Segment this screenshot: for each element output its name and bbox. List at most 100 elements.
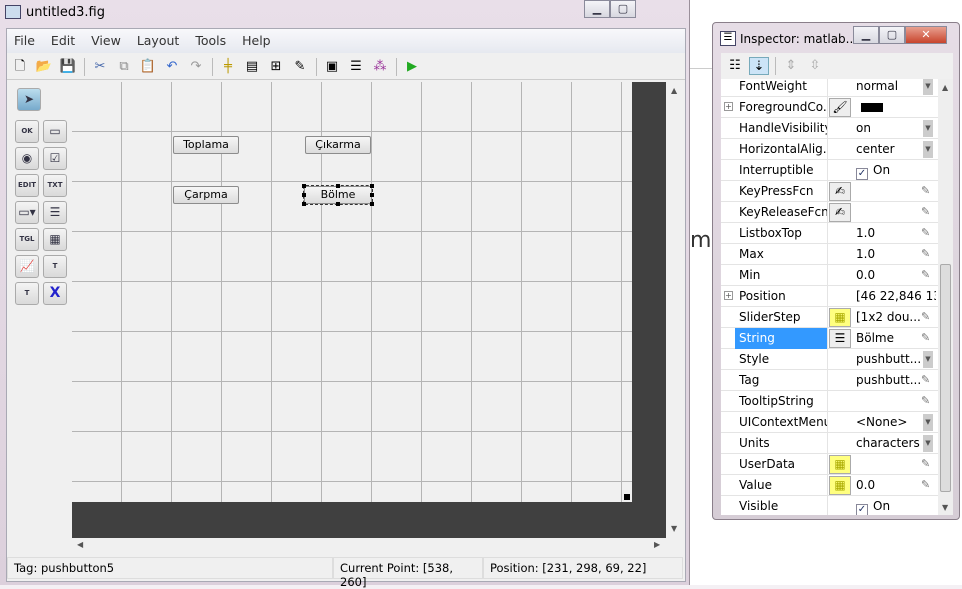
paste-icon[interactable]: 📋 [138, 58, 158, 76]
property-value[interactable]: ✓ On [856, 496, 936, 515]
save-icon[interactable]: 💾 [58, 58, 78, 76]
pencil-icon[interactable]: ✎ [921, 247, 930, 260]
property-inspector-icon[interactable]: ☰ [346, 58, 366, 76]
color-picker-icon[interactable]: 🖌 [829, 98, 851, 117]
select-arrow-tool[interactable]: ➤ [17, 88, 41, 111]
pencil-icon[interactable]: ✎ [921, 457, 930, 470]
slider-tool[interactable]: ▭ [43, 120, 67, 143]
pencil-icon[interactable]: ✎ [921, 226, 930, 239]
menu-file[interactable]: File [7, 29, 44, 53]
button-group-tool[interactable]: T [15, 282, 39, 305]
object-browser-icon[interactable]: ⁂ [370, 58, 390, 76]
property-row-listboxtop[interactable]: ListboxTop 1.0 ✎ [721, 223, 939, 244]
property-row-tag[interactable]: Tag pushbutt... ✎ [721, 370, 939, 391]
dropdown-arrow-icon[interactable]: ▼ [923, 351, 933, 368]
property-row-interruptible[interactable]: Interruptible ✓ On [721, 160, 939, 181]
property-value[interactable] [856, 97, 936, 118]
dropdown-arrow-icon[interactable]: ▼ [923, 141, 933, 158]
pencil-icon[interactable]: ✎ [921, 394, 930, 407]
property-row-foregroundco[interactable]: + ForegroundCo... 🖌 [721, 97, 939, 118]
dropdown-arrow-icon[interactable]: ▼ [923, 435, 933, 452]
property-row-sliderstep[interactable]: SliderStep ▦ [1x2 dou... ✎ [721, 307, 939, 328]
resize-handle[interactable] [336, 184, 340, 188]
layout-area[interactable]: Toplama Çıkarma Çarpma Bölme [72, 82, 666, 538]
collapse-all-icon[interactable]: ⇳ [805, 57, 825, 75]
pencil-icon[interactable]: ✎ [921, 331, 930, 344]
radio-button-tool[interactable]: ◉ [15, 147, 39, 170]
editor-icon[interactable]: ▣ [322, 58, 342, 76]
menu-help[interactable]: Help [235, 29, 280, 53]
callback-editor-icon[interactable]: ✍ [829, 203, 851, 222]
dropdown-arrow-icon[interactable]: ▼ [923, 414, 933, 431]
edit-text-tool[interactable]: EDIT [15, 174, 39, 197]
property-row-tooltipstring[interactable]: TooltipString ✎ [721, 391, 939, 412]
pencil-icon[interactable]: ✎ [921, 478, 930, 491]
array-editor-icon[interactable]: ▦ [829, 455, 851, 474]
sort-alphabetical-icon[interactable]: ⇣ [749, 57, 769, 75]
inspector-close-button[interactable]: ✕ [905, 26, 947, 44]
inspector-maximize-button[interactable]: ▢ [879, 26, 905, 44]
property-row-max[interactable]: Max 1.0 ✎ [721, 244, 939, 265]
tab-order-editor-icon[interactable]: ⊞ [266, 58, 286, 76]
static-text-tool[interactable]: TXT [43, 174, 67, 197]
resize-handle[interactable] [370, 193, 374, 197]
checkbox-icon[interactable]: ✓ [856, 168, 868, 180]
resize-handle[interactable] [302, 184, 306, 188]
menu-editor-icon[interactable]: ▤ [242, 58, 262, 76]
property-row-userdata[interactable]: UserData ▦ ✎ [721, 454, 939, 475]
inspector-minimize-button[interactable]: ▁ [853, 26, 879, 44]
expand-all-icon[interactable]: ⇕ [781, 57, 801, 75]
open-folder-icon[interactable]: 📂 [34, 58, 54, 76]
resize-handle[interactable] [370, 202, 374, 206]
property-row-keypressfcn[interactable]: KeyPressFcn ✍ ✎ [721, 181, 939, 202]
resize-handle[interactable] [370, 184, 374, 188]
figure-resize-handle[interactable] [624, 494, 630, 500]
dropdown-arrow-icon[interactable]: ▼ [923, 120, 933, 137]
callback-editor-icon[interactable]: ✍ [829, 182, 851, 201]
property-row-uicontextmenu[interactable]: UIContextMenu <None> ▼ [721, 412, 939, 433]
pencil-icon[interactable]: ✎ [921, 205, 930, 218]
menu-view[interactable]: View [84, 29, 130, 53]
pencil-icon[interactable]: ✎ [921, 373, 930, 386]
cut-icon[interactable]: ✂ [90, 58, 110, 76]
property-value[interactable]: ✓ On [856, 160, 936, 181]
table-tool[interactable]: ▦ [43, 228, 67, 251]
layout-grid[interactable]: Toplama Çıkarma Çarpma Bölme [72, 82, 632, 502]
listbox-tool[interactable]: ☰ [43, 201, 67, 224]
maximize-button[interactable]: ▢ [610, 0, 636, 18]
property-row-value[interactable]: Value ▦ 0.0 ✎ [721, 475, 939, 496]
horizontal-scrollbar[interactable]: ◀ ▶ [72, 538, 666, 552]
resize-handle[interactable] [302, 193, 306, 197]
toplama-button[interactable]: Toplama [173, 136, 239, 154]
property-row-keyreleasefcn[interactable]: KeyReleaseFcn ✍ ✎ [721, 202, 939, 223]
property-value[interactable]: [46 22,846 13... [856, 286, 936, 307]
property-row-visible[interactable]: Visible ✓ On [721, 496, 939, 515]
string-editor-icon[interactable]: ☰ [829, 329, 851, 348]
checkbox-icon[interactable]: ✓ [856, 504, 868, 515]
array-editor-icon[interactable]: ▦ [829, 308, 851, 327]
property-row-fontweight[interactable]: FontWeight normal ▼ [721, 79, 939, 97]
popup-menu-tool[interactable]: ▭▾ [15, 201, 39, 224]
menu-edit[interactable]: Edit [44, 29, 84, 53]
cikarma-button[interactable]: Çıkarma [305, 136, 371, 154]
menu-layout[interactable]: Layout [130, 29, 189, 53]
resize-handle[interactable] [302, 202, 306, 206]
copy-icon[interactable]: ⧉ [114, 58, 134, 76]
property-row-units[interactable]: Units characters ▼ [721, 433, 939, 454]
carpma-button[interactable]: Çarpma [173, 186, 239, 204]
toolbar-editor-icon[interactable]: ✎ [290, 58, 310, 76]
categorized-view-icon[interactable]: ☷ [725, 57, 745, 75]
property-row-style[interactable]: Style pushbutt... ▼ [721, 349, 939, 370]
align-objects-icon[interactable]: ╪ [218, 58, 238, 76]
menu-tools[interactable]: Tools [188, 29, 235, 53]
expand-icon[interactable]: + [724, 291, 733, 300]
property-row-horizontalalig[interactable]: HorizontalAlig... center ▼ [721, 139, 939, 160]
toggle-button-tool[interactable]: TGL [15, 228, 39, 251]
redo-icon[interactable]: ↷ [186, 58, 206, 76]
axes-tool[interactable]: 📈 [15, 255, 39, 278]
property-row-position[interactable]: +Position [46 22,846 13... [721, 286, 939, 307]
run-icon[interactable]: ▶ [402, 58, 422, 76]
pencil-icon[interactable]: ✎ [921, 184, 930, 197]
resize-handle[interactable] [336, 202, 340, 206]
push-button-tool[interactable]: OK [15, 120, 39, 143]
